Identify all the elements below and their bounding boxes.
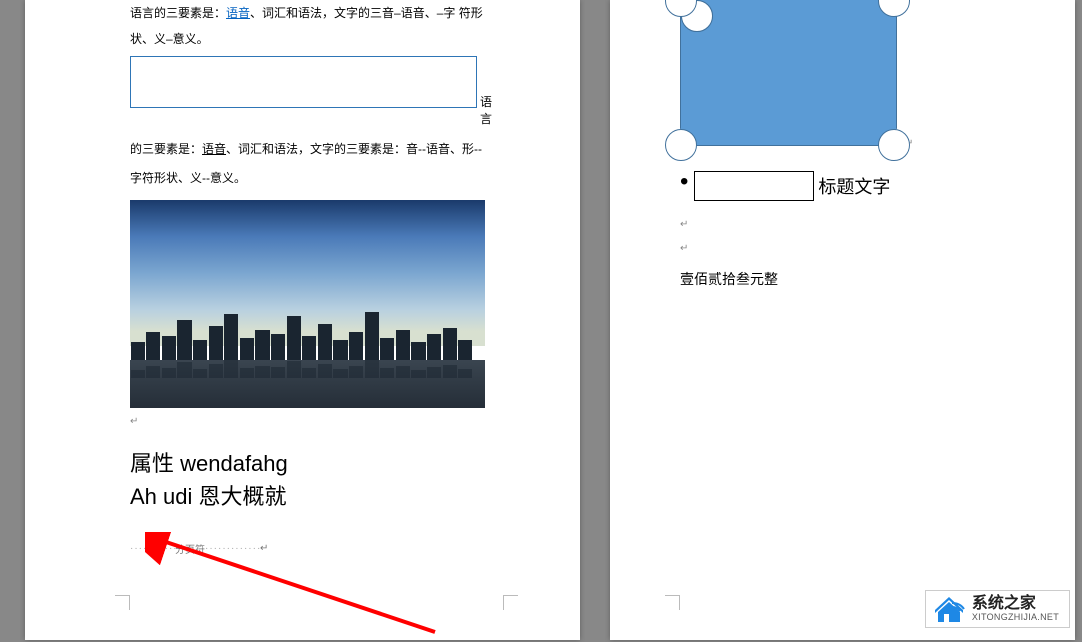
para1-text-a: 语言的三要素是：	[130, 6, 226, 20]
inserted-image-city-skyline[interactable]	[130, 200, 485, 408]
paragraph-mark-2: ↵	[680, 213, 1055, 237]
bullet-dot-icon: •	[680, 168, 688, 196]
page-break-label: 分页符	[175, 541, 205, 556]
paragraph-mark: ↵	[130, 416, 485, 427]
watermark-title: 系统之家	[972, 596, 1059, 612]
caption-textbox[interactable]	[694, 171, 814, 201]
document-workspace: 语言的三要素是：语音、词汇和语法，文字的三音–语音、–字 符形状、义–意义。 语…	[0, 0, 1082, 640]
para2-text-a: 的三要素是：	[130, 142, 202, 156]
paragraph-2[interactable]: 的三要素是：语音、词汇和语法，文字的三要素是：音--语音、形--字符形状、义--…	[130, 135, 485, 193]
margin-corner-left	[115, 595, 130, 610]
paragraph-mark-3: ↵	[680, 237, 1055, 261]
caption-label: 标题文字	[818, 173, 890, 199]
amount-text[interactable]: 壹佰贰拾叁元整	[680, 269, 1055, 289]
inline-textbox[interactable]	[130, 56, 477, 108]
textbox-trailing-text: 语言	[480, 93, 485, 127]
page-break-mark: ↵	[260, 543, 268, 554]
caption-row[interactable]: • 标题文字	[680, 171, 1055, 201]
heading-text[interactable]: 属性 wendafahg Ah udi 恩大概就	[130, 447, 485, 513]
margin-corner-right	[503, 595, 518, 610]
heading-line-2: Ah udi 恩大概就	[130, 480, 485, 513]
house-wifi-icon	[932, 595, 966, 623]
underlined-yuyin: 语音	[202, 142, 226, 156]
blue-rounded-rect-shape[interactable]	[680, 0, 895, 153]
page-1[interactable]: 语言的三要素是：语音、词汇和语法，文字的三音–语音、–字 符形状、义–意义。 语…	[25, 0, 580, 640]
paragraph-1[interactable]: 语言的三要素是：语音、词汇和语法，文字的三音–语音、–字 符形状、义–意义。	[130, 0, 485, 53]
hyperlink-yuyin[interactable]: 语音	[226, 6, 250, 20]
watermark-badge: 系统之家 XITONGZHIJIA.NET	[925, 590, 1070, 628]
watermark-url: XITONGZHIJIA.NET	[972, 612, 1059, 622]
margin-corner-left-2	[665, 595, 680, 610]
heading-line-1: 属性 wendafahg	[130, 447, 485, 480]
page-2[interactable]: ↵ • 标题文字 ↵ ↵ 壹佰贰拾叁元整	[610, 0, 1075, 640]
page-break-indicator[interactable]: ·················· 分页符 ·················…	[130, 541, 485, 556]
